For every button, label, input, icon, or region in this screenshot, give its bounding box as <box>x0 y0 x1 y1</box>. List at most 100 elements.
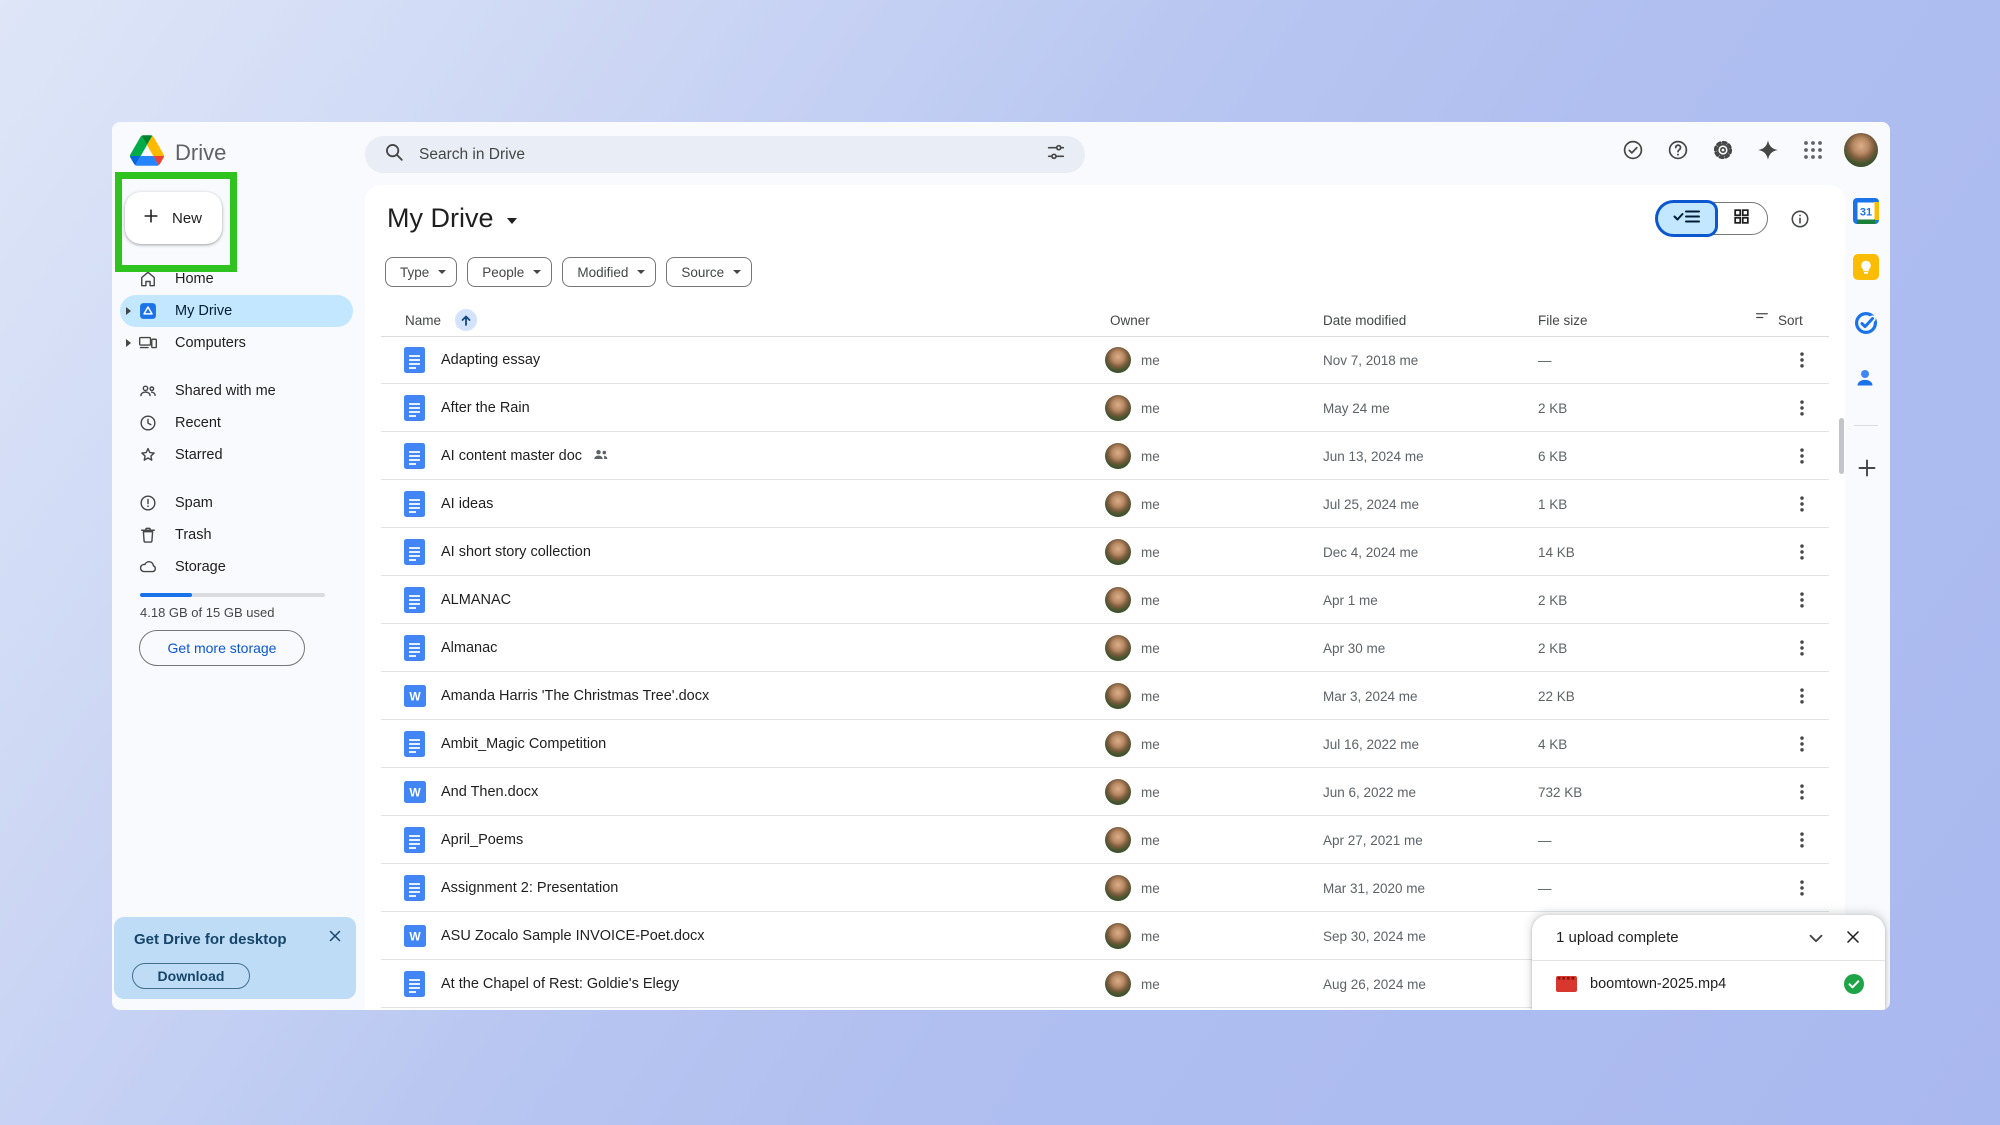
file-name[interactable]: AI short story collection <box>441 528 591 576</box>
help-icon[interactable] <box>1666 138 1690 162</box>
search-input[interactable] <box>417 145 1045 165</box>
row-menu-button[interactable] <box>1788 576 1816 624</box>
file-name[interactable]: Assignment 2: Presentation <box>441 864 618 912</box>
filter-chip-people[interactable]: People <box>467 257 552 287</box>
table-row[interactable]: AI short story collectionmeDec 4, 2024 m… <box>365 528 1845 576</box>
column-header-name[interactable]: Name <box>405 305 441 336</box>
close-icon[interactable] <box>1843 927 1865 949</box>
sidebar-item-label: Recent <box>175 407 221 439</box>
drive-logo[interactable]: Drive <box>130 135 226 171</box>
row-menu-button[interactable] <box>1788 336 1816 384</box>
date-modified-cell: Jun 13, 2024 me <box>1323 432 1424 480</box>
tasks-icon[interactable] <box>1853 310 1879 336</box>
grid-view-button[interactable] <box>1715 203 1767 234</box>
download-button[interactable]: Download <box>132 963 250 989</box>
new-button[interactable]: New <box>125 192 222 244</box>
table-row[interactable]: April_PoemsmeApr 27, 2021 me— <box>365 816 1845 864</box>
table-row[interactable]: ALMANACmeApr 1 me2 KB <box>365 576 1845 624</box>
file-name[interactable]: Amanda Harris 'The Christmas Tree'.docx <box>441 672 709 720</box>
scrollbar-thumb[interactable] <box>1839 418 1844 474</box>
file-size-cell: 6 KB <box>1538 432 1567 480</box>
sidebar-item-spam[interactable]: Spam <box>120 487 353 519</box>
contacts-icon[interactable] <box>1853 366 1879 392</box>
sidebar-item-storage[interactable]: Storage <box>120 551 353 583</box>
row-menu-button[interactable] <box>1788 624 1816 672</box>
row-menu-button[interactable] <box>1788 480 1816 528</box>
file-name[interactable]: Ambit_Magic Competition <box>441 720 606 768</box>
sort-button[interactable]: Sort <box>1753 305 1803 336</box>
sidebar-item-trash[interactable]: Trash <box>120 519 353 551</box>
column-header-owner[interactable]: Owner <box>1110 305 1150 336</box>
row-menu-button[interactable] <box>1788 720 1816 768</box>
table-row[interactable]: Assignment 2: PresentationmeMar 31, 2020… <box>365 864 1845 912</box>
row-menu-button[interactable] <box>1788 864 1816 912</box>
page-title[interactable]: My Drive <box>387 203 517 234</box>
calendar-icon[interactable]: 31 <box>1853 198 1879 224</box>
view-toggle <box>1657 202 1768 235</box>
info-icon[interactable] <box>1789 208 1811 230</box>
file-name[interactable]: After the Rain <box>441 384 530 432</box>
table-row[interactable]: AI content master docmeJun 13, 2024 me6 … <box>365 432 1845 480</box>
row-menu-button[interactable] <box>1788 432 1816 480</box>
grid-view-icon <box>1732 207 1751 231</box>
table-row[interactable]: Adapting essaymeNov 7, 2018 me— <box>365 336 1845 384</box>
filter-chip-modified[interactable]: Modified <box>562 257 656 287</box>
get-more-storage-button[interactable]: Get more storage <box>139 630 305 666</box>
trash-icon <box>138 525 158 545</box>
sidebar-item-my-drive[interactable]: My Drive <box>120 295 353 327</box>
owner-avatar <box>1105 587 1131 613</box>
expand-arrow-icon[interactable] <box>126 339 131 347</box>
settings-icon[interactable] <box>1711 138 1735 162</box>
column-header-size[interactable]: File size <box>1538 305 1588 336</box>
offline-status-icon[interactable] <box>1621 138 1645 162</box>
file-name[interactable]: April_Poems <box>441 816 523 864</box>
table-row[interactable]: After the RainmeMay 24 me2 KB <box>365 384 1845 432</box>
gemini-icon[interactable] <box>1756 138 1780 162</box>
sidebar-item-recent[interactable]: Recent <box>120 407 353 439</box>
file-name-text: Adapting essay <box>441 352 540 368</box>
file-name-text: And Then.docx <box>441 784 538 800</box>
close-icon[interactable] <box>326 927 344 945</box>
upload-toast-item[interactable]: boomtown-2025.mp4 <box>1532 961 1885 1010</box>
file-name[interactable]: And Then.docx <box>441 768 538 816</box>
file-name[interactable]: ALMANAC <box>441 576 511 624</box>
keep-icon[interactable] <box>1853 254 1879 280</box>
row-menu-button[interactable] <box>1788 384 1816 432</box>
apps-icon[interactable] <box>1801 138 1825 162</box>
file-name[interactable]: AI ideas <box>441 480 493 528</box>
file-name[interactable]: Adapting essay <box>441 336 540 384</box>
search-bar[interactable] <box>365 136 1085 173</box>
sidebar-item-starred[interactable]: Starred <box>120 439 353 471</box>
expand-arrow-icon[interactable] <box>126 307 131 315</box>
list-view-button[interactable] <box>1658 203 1715 234</box>
row-menu-button[interactable] <box>1788 816 1816 864</box>
filter-chip-source[interactable]: Source <box>666 257 752 287</box>
table-row[interactable]: WAmanda Harris 'The Christmas Tree'.docx… <box>365 672 1845 720</box>
file-name[interactable]: Almanac <box>441 624 497 672</box>
row-menu-button[interactable] <box>1788 528 1816 576</box>
chevron-down-icon[interactable] <box>1805 927 1827 949</box>
date-modified-cell: Sep 30, 2024 me <box>1323 912 1426 960</box>
column-header-modified[interactable]: Date modified <box>1323 305 1406 336</box>
file-name[interactable]: At the Chapel of Rest: Goldie's Elegy <box>441 960 679 1008</box>
row-menu-button[interactable] <box>1788 672 1816 720</box>
owner-cell: me <box>1105 336 1160 384</box>
sidebar-item-home[interactable]: Home <box>120 263 353 295</box>
file-name-text: Ambit_Magic Competition <box>441 736 606 752</box>
user-avatar[interactable] <box>1844 133 1878 167</box>
table-row[interactable]: AlmanacmeApr 30 me2 KB <box>365 624 1845 672</box>
add-icon[interactable] <box>1855 456 1879 480</box>
owner-avatar <box>1105 539 1131 565</box>
file-name[interactable]: ASU Zocalo Sample INVOICE-Poet.docx <box>441 912 705 960</box>
date-modified-cell: May 24 me <box>1323 384 1390 432</box>
sort-ascending-icon[interactable] <box>455 309 477 331</box>
filter-chip-type[interactable]: Type <box>385 257 457 287</box>
sidebar-item-computers[interactable]: Computers <box>120 327 353 359</box>
table-row[interactable]: WAnd Then.docxmeJun 6, 2022 me732 KB <box>365 768 1845 816</box>
file-name[interactable]: AI content master doc <box>441 432 609 480</box>
row-menu-button[interactable] <box>1788 768 1816 816</box>
table-row[interactable]: Ambit_Magic CompetitionmeJul 16, 2022 me… <box>365 720 1845 768</box>
tune-icon[interactable] <box>1045 141 1067 168</box>
table-row[interactable]: AI ideasmeJul 25, 2024 me1 KB <box>365 480 1845 528</box>
sidebar-item-shared-with-me[interactable]: Shared with me <box>120 375 353 407</box>
